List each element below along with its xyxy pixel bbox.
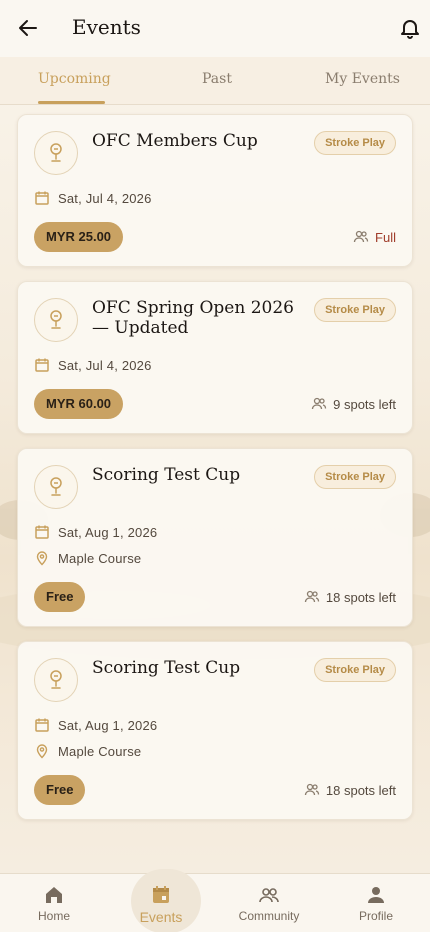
tab-past[interactable]: Past bbox=[202, 71, 232, 87]
event-date-row: Sat, Jul 4, 2026 bbox=[34, 190, 152, 206]
golf-pin-icon bbox=[34, 298, 78, 342]
nav-profile[interactable]: Profile bbox=[331, 874, 421, 932]
nav-home[interactable]: Home bbox=[9, 874, 99, 932]
golf-pin-icon bbox=[34, 465, 78, 509]
price-pill: Free bbox=[34, 582, 86, 612]
app-bar: Events bbox=[0, 0, 430, 57]
availability-text: 18 spots left bbox=[325, 589, 396, 605]
nav-community[interactable]: Community bbox=[224, 874, 314, 932]
calendar-icon bbox=[150, 884, 172, 906]
availability-status: 9 spots left bbox=[311, 396, 396, 412]
event-date-row: Sat, Aug 1, 2026 bbox=[34, 717, 157, 733]
format-badge: Stroke Play bbox=[314, 131, 396, 155]
calendar-icon bbox=[34, 524, 50, 540]
people-icon bbox=[311, 396, 327, 412]
community-icon bbox=[258, 884, 280, 906]
event-title: OFC Members Cup bbox=[92, 131, 258, 151]
format-badge: Stroke Play bbox=[314, 465, 396, 489]
nav-label: Profile bbox=[358, 909, 393, 923]
back-arrow-icon[interactable] bbox=[16, 16, 40, 40]
availability-text: Full bbox=[375, 229, 396, 245]
calendar-icon bbox=[34, 190, 50, 206]
page-title: Events bbox=[72, 15, 141, 39]
calendar-icon bbox=[34, 357, 50, 373]
event-date: Sat, Jul 4, 2026 bbox=[58, 190, 152, 206]
location-pin-icon bbox=[34, 550, 50, 566]
event-location-row: Maple Course bbox=[34, 743, 141, 759]
price-pill: MYR 60.00 bbox=[34, 389, 124, 419]
event-date-row: Sat, Jul 4, 2026 bbox=[34, 357, 152, 373]
event-title: Scoring Test Cup bbox=[92, 465, 241, 485]
event-card[interactable]: OFC Spring Open 2026 — Updated Stroke Pl… bbox=[17, 281, 413, 434]
location-pin-icon bbox=[34, 743, 50, 759]
event-date-row: Sat, Aug 1, 2026 bbox=[34, 524, 157, 540]
format-badge: Stroke Play bbox=[314, 658, 396, 682]
home-icon bbox=[43, 884, 65, 906]
nav-label: Home bbox=[37, 909, 70, 923]
event-card[interactable]: Scoring Test Cup Stroke Play Sat, Aug 1,… bbox=[17, 641, 413, 820]
events-tabs: Upcoming Past My Events bbox=[0, 57, 430, 105]
tab-my-events[interactable]: My Events bbox=[325, 71, 400, 87]
event-location: Maple Course bbox=[58, 550, 142, 566]
event-date: Sat, Jul 4, 2026 bbox=[58, 357, 152, 373]
event-location-row: Maple Course bbox=[34, 550, 141, 566]
event-card[interactable]: OFC Members Cup Stroke Play Sat, Jul 4, … bbox=[17, 114, 413, 267]
people-icon bbox=[304, 782, 320, 798]
availability-status: Full bbox=[353, 229, 396, 245]
tab-upcoming[interactable]: Upcoming bbox=[38, 71, 111, 87]
event-location: Maple Course bbox=[58, 743, 142, 759]
event-title: Scoring Test Cup bbox=[92, 658, 241, 678]
price-pill: MYR 25.00 bbox=[34, 222, 124, 252]
active-tab-indicator bbox=[38, 101, 105, 104]
notification-bell-icon[interactable] bbox=[398, 16, 422, 40]
event-title: OFC Spring Open 2026 — Updated bbox=[92, 298, 294, 338]
availability-status: 18 spots left bbox=[304, 782, 396, 798]
availability-status: 18 spots left bbox=[304, 589, 396, 605]
event-card[interactable]: Scoring Test Cup Stroke Play Sat, Aug 1,… bbox=[17, 448, 413, 627]
event-date: Sat, Aug 1, 2026 bbox=[58, 717, 158, 733]
nav-label: Community bbox=[238, 909, 300, 923]
event-date: Sat, Aug 1, 2026 bbox=[58, 524, 158, 540]
format-badge: Stroke Play bbox=[314, 298, 396, 322]
calendar-icon bbox=[34, 717, 50, 733]
profile-icon bbox=[365, 884, 387, 906]
people-icon bbox=[353, 229, 369, 245]
availability-text: 9 spots left bbox=[333, 396, 396, 412]
availability-text: 18 spots left bbox=[325, 782, 396, 798]
nav-events[interactable]: Events bbox=[116, 869, 206, 932]
golf-pin-icon bbox=[34, 131, 78, 175]
golf-pin-icon bbox=[34, 658, 78, 702]
bottom-navigation: Home Events Community Profile bbox=[0, 869, 430, 932]
nav-label: Events bbox=[139, 909, 183, 925]
people-icon bbox=[304, 589, 320, 605]
price-pill: Free bbox=[34, 775, 86, 805]
